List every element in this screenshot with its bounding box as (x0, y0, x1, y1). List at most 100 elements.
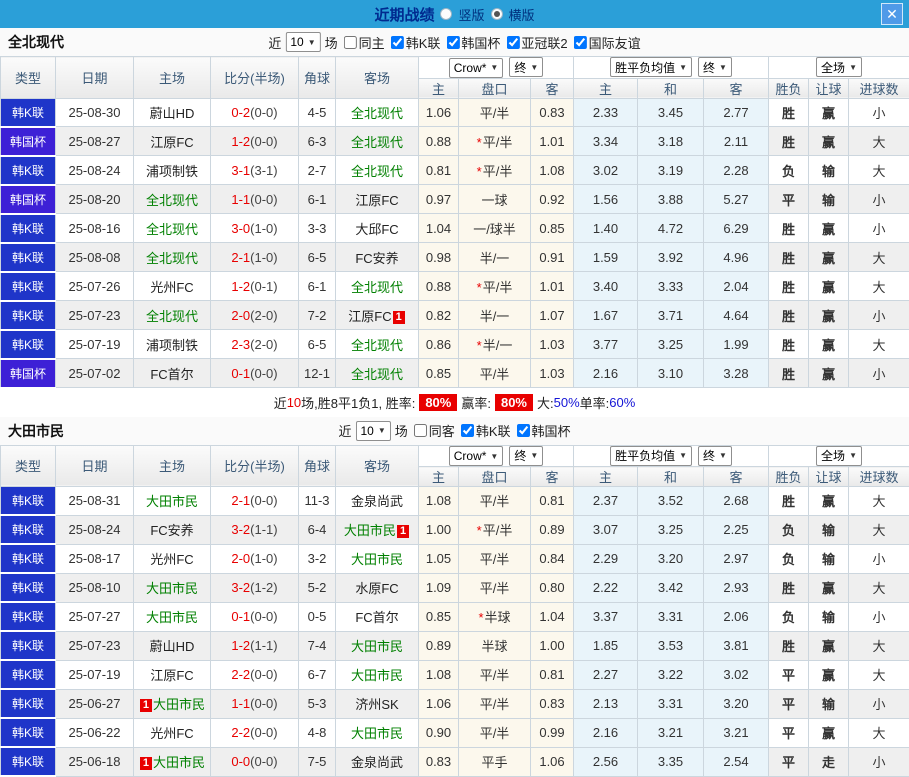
cell-handicap-result: 输 (809, 689, 849, 718)
cell-avg-home: 3.77 (574, 330, 638, 359)
league-filter-label: 韩K联 (476, 421, 511, 440)
cell-away-odds: 1.08 (531, 156, 574, 185)
cell-home-team: 浦项制铁 (134, 156, 211, 185)
cell-handicap-line: 平/半 (459, 689, 531, 718)
chevron-down-icon: ▼ (679, 451, 687, 460)
final-average-select[interactable]: 终▼ (698, 446, 732, 466)
cell-away-odds: 0.89 (531, 515, 574, 544)
cell-away-team: 全北现代 (336, 272, 419, 301)
match-row: 韩K联25-08-31大田市民2-1(0-0)11-3金泉尚武1.08平/半0.… (1, 487, 909, 516)
close-button[interactable]: ✕ (881, 3, 903, 25)
full-time-score: 2-2 (231, 667, 250, 682)
games-count-select[interactable]: 10▼ (356, 421, 391, 441)
cell-away-odds: 1.04 (531, 602, 574, 631)
cell-away-team: 江原FC (336, 185, 419, 214)
cell-avg-away: 6.29 (704, 214, 769, 243)
cell-away-team: 全北现代 (336, 330, 419, 359)
match-row: 韩K联25-07-27大田市民0-1(0-0)0-5FC首尔0.85*半球1.0… (1, 602, 909, 631)
match-scope-select[interactable]: 全场▼ (816, 57, 862, 77)
cell-handicap-result: 赢 (809, 573, 849, 602)
league-filter-checkbox[interactable] (516, 424, 529, 437)
league-badge: 韩K联 (1, 544, 56, 573)
sub-column-header: 客 (531, 78, 574, 98)
cell-avg-draw: 3.31 (638, 689, 704, 718)
cell-away-odds: 0.84 (531, 544, 574, 573)
cell-handicap-line: *平/半 (459, 156, 531, 185)
average-odds-select[interactable]: 胜平负均值▼ (610, 57, 692, 77)
average-odds-select[interactable]: 胜平负均值▼ (610, 446, 692, 466)
cell-away-odds: 0.83 (531, 98, 574, 127)
final-average-select[interactable]: 终▼ (698, 57, 732, 77)
handicap-changed-marker: * (478, 610, 483, 625)
vertical-layout-label[interactable]: 竖版 (458, 5, 484, 24)
select-value: 终 (514, 59, 526, 76)
cell-avg-home: 1.56 (574, 185, 638, 214)
cell-date: 25-08-24 (56, 515, 134, 544)
cell-corners: 6-5 (299, 243, 336, 272)
cell-avg-away: 2.11 (704, 127, 769, 156)
cell-away-odds: 1.00 (531, 631, 574, 660)
cell-handicap-result: 赢 (809, 330, 849, 359)
cell-handicap-result: 输 (809, 185, 849, 214)
cell-result: 胜 (769, 98, 809, 127)
cell-result: 负 (769, 515, 809, 544)
cell-result: 胜 (769, 214, 809, 243)
same-venue-checkbox[interactable] (414, 424, 427, 437)
horizontal-layout-label[interactable]: 横版 (509, 5, 535, 24)
vertical-layout-radio[interactable] (440, 8, 452, 20)
final-odds-select[interactable]: 终▼ (509, 57, 543, 77)
cell-away-odds: 1.06 (531, 747, 574, 776)
cell-goals-overunder: 大 (849, 660, 909, 689)
cell-goals-overunder: 大 (849, 272, 909, 301)
cell-result: 胜 (769, 359, 809, 388)
match-scope-select[interactable]: 全场▼ (816, 446, 862, 466)
full-time-score: 0-1 (231, 609, 250, 624)
bookmaker-select[interactable]: Crow*▼ (449, 446, 504, 466)
match-row: 韩K联25-06-22光州FC2-2(0-0)4-8大田市民0.90平/半0.9… (1, 718, 909, 747)
cell-home-odds: 1.08 (419, 660, 459, 689)
cell-handicap-result: 赢 (809, 718, 849, 747)
cell-handicap-line: *半球 (459, 602, 531, 631)
horizontal-layout-radio[interactable] (491, 8, 503, 20)
cell-away-odds: 1.01 (531, 272, 574, 301)
full-time-score: 2-2 (231, 725, 250, 740)
league-badge: 韩K联 (1, 243, 56, 272)
final-odds-select[interactable]: 终▼ (509, 446, 543, 466)
cell-date: 25-08-30 (56, 98, 134, 127)
chevron-down-icon: ▼ (679, 63, 687, 72)
league-filter-checkbox[interactable] (446, 36, 459, 49)
cell-avg-draw: 3.10 (638, 359, 704, 388)
league-filter-checkbox[interactable] (506, 36, 519, 49)
cell-avg-home: 1.40 (574, 214, 638, 243)
cell-result: 负 (769, 602, 809, 631)
cell-result: 平 (769, 747, 809, 776)
cell-avg-draw: 3.18 (638, 127, 704, 156)
league-filter-checkbox[interactable] (461, 424, 474, 437)
chevron-down-icon: ▼ (530, 451, 538, 460)
games-count-select[interactable]: 10▼ (285, 32, 320, 52)
cell-home-odds: 0.98 (419, 243, 459, 272)
cell-avg-draw: 3.21 (638, 718, 704, 747)
sub-column-header: 进球数 (849, 78, 909, 98)
sub-column-header: 和 (638, 467, 704, 487)
league-filter-checkbox[interactable] (391, 36, 404, 49)
cell-date: 25-07-27 (56, 602, 134, 631)
cell-away-odds: 0.91 (531, 243, 574, 272)
league-badge: 韩K联 (1, 689, 56, 718)
cell-home-team: FC安养 (134, 515, 211, 544)
same-venue-checkbox[interactable] (344, 36, 357, 49)
cell-avg-away: 3.20 (704, 689, 769, 718)
league-filter-checkbox[interactable] (574, 36, 587, 49)
rate-badge: 80% (495, 394, 533, 411)
cell-date: 25-08-08 (56, 243, 134, 272)
bookmaker-select[interactable]: Crow*▼ (449, 58, 504, 78)
cell-avg-home: 2.13 (574, 689, 638, 718)
cell-home-odds: 1.08 (419, 487, 459, 516)
team-name: 蔚山HD (150, 639, 195, 654)
cell-date: 25-08-17 (56, 544, 134, 573)
match-row: 韩K联25-07-26光州FC1-2(0-1)6-1全北现代0.88*平/半1.… (1, 272, 909, 301)
cell-avg-home: 3.07 (574, 515, 638, 544)
team-name: 大田市民 (344, 523, 396, 538)
cell-handicap-line: 平/半 (459, 718, 531, 747)
cell-home-odds: 0.85 (419, 359, 459, 388)
